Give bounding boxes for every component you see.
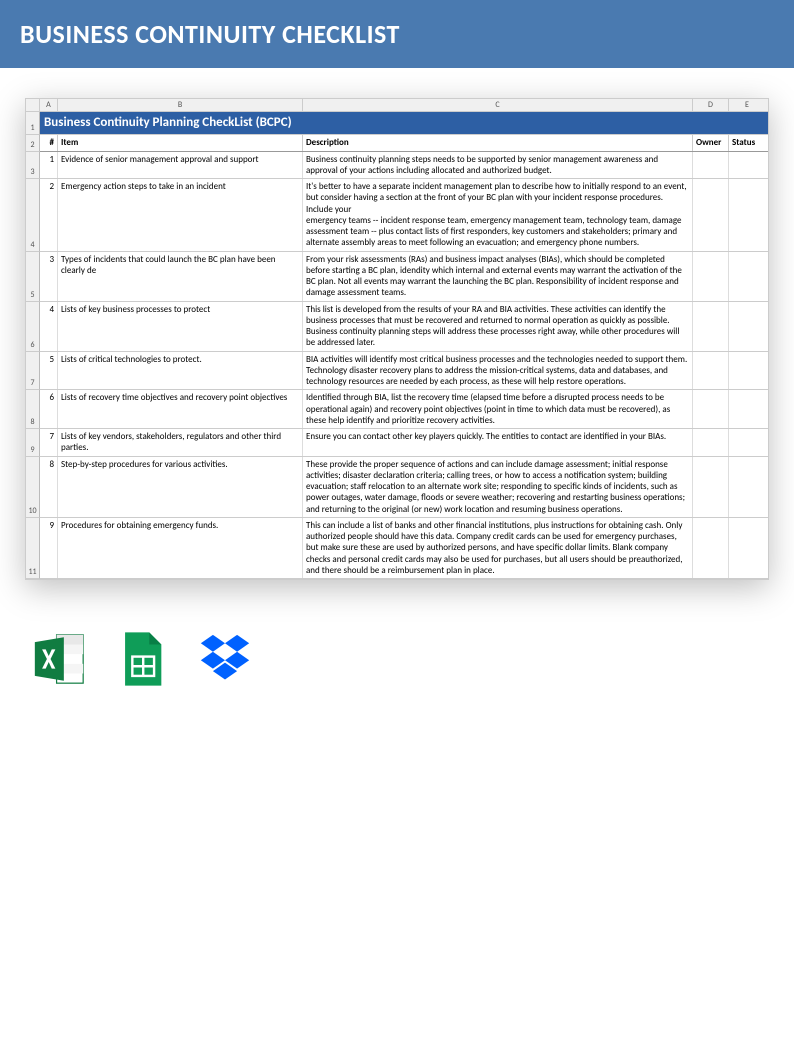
col-letter-c[interactable]: C [303,99,693,111]
row-number[interactable]: 11 [26,518,40,579]
table-row: 119Procedures for obtaining emergency fu… [26,518,768,579]
cell-item[interactable]: Types of incidents that could launch the… [58,252,303,301]
cell-number[interactable]: 3 [40,252,58,301]
cell-description[interactable]: Identified through BIA, list the recover… [303,390,693,428]
column-letter-row: A B C D E [26,99,768,112]
cell-owner[interactable] [693,518,729,578]
banner-title: BUSINESS CONTINUITY CHECKLIST [20,18,400,50]
cell-number[interactable]: 4 [40,302,58,351]
cell-status[interactable] [729,457,765,517]
cell-status[interactable] [729,518,765,578]
header-hash[interactable]: # [40,135,58,150]
data-row: 2Emergency action steps to take in an in… [40,179,768,252]
google-sheets-icon[interactable] [113,630,171,688]
data-row: 6Lists of recovery time objectives and r… [40,390,768,429]
cell-description[interactable]: Ensure you can contact other key players… [303,429,693,456]
row-number[interactable]: 5 [26,252,40,302]
cell-owner[interactable] [693,390,729,428]
cell-number[interactable]: 2 [40,179,58,251]
table-row: 97Lists of key vendors, stakeholders, re… [26,429,768,457]
row-number[interactable]: 3 [26,152,40,180]
cell-owner[interactable] [693,352,729,390]
cell-number[interactable]: 1 [40,152,58,179]
cell-status[interactable] [729,390,765,428]
cell-number[interactable]: 6 [40,390,58,428]
table-row: 75Lists of critical technologies to prot… [26,352,768,391]
cell-description[interactable]: It's better to have a separate incident … [303,179,693,251]
data-row: 1Evidence of senior management approval … [40,152,768,180]
cell-item[interactable]: Evidence of senior management approval a… [58,152,303,179]
cell-owner[interactable] [693,179,729,251]
header-owner[interactable]: Owner [693,135,729,150]
header-status[interactable]: Status [729,135,765,150]
corner-cell[interactable] [26,99,40,111]
spreadsheet: A B C D E 1 Business Continuity Planning… [25,98,769,580]
table-row: 86Lists of recovery time objectives and … [26,390,768,429]
cell-description[interactable]: This can include a list of banks and oth… [303,518,693,578]
table-row: 31Evidence of senior management approval… [26,152,768,180]
col-letter-a[interactable]: A [40,99,58,111]
header-row: # Item Description Owner Status [40,135,768,151]
excel-icon[interactable] [30,630,88,688]
cell-status[interactable] [729,302,765,351]
cell-status[interactable] [729,152,765,179]
sheet-title[interactable]: Business Continuity Planning CheckList (… [40,112,768,135]
cell-description[interactable]: From your risk assessments (RAs) and bus… [303,252,693,301]
cell-owner[interactable] [693,457,729,517]
data-row: 4Lists of key business processes to prot… [40,302,768,352]
col-letter-b[interactable]: B [58,99,303,111]
cell-number[interactable]: 9 [40,518,58,578]
data-row: 8Step-by-step procedures for various act… [40,457,768,518]
spreadsheet-container: A B C D E 1 Business Continuity Planning… [0,68,794,600]
table-row: 64Lists of key business processes to pro… [26,302,768,352]
cell-item[interactable]: Lists of key vendors, stakeholders, regu… [58,429,303,456]
row-number[interactable]: 8 [26,390,40,429]
data-row: 7Lists of key vendors, stakeholders, reg… [40,429,768,457]
table-row: 42Emergency action steps to take in an i… [26,179,768,252]
data-row: 3Types of incidents that could launch th… [40,252,768,302]
cell-description[interactable]: This list is developed from the results … [303,302,693,351]
cell-item[interactable]: Lists of recovery time objectives and re… [58,390,303,428]
row-number[interactable]: 1 [26,112,40,135]
row-number[interactable]: 4 [26,179,40,252]
header-row-wrap: 2 # Item Description Owner Status [26,135,768,151]
cell-item[interactable]: Lists of key business processes to prote… [58,302,303,351]
title-row-wrap: 1 Business Continuity Planning CheckList… [26,112,768,135]
cell-description[interactable]: BIA activities will identify most critic… [303,352,693,390]
cell-status[interactable] [729,179,765,251]
data-rows: 31Evidence of senior management approval… [26,152,768,580]
row-number[interactable]: 2 [26,135,40,151]
cell-owner[interactable] [693,302,729,351]
download-icons [0,600,794,728]
cell-owner[interactable] [693,252,729,301]
cell-item[interactable]: Step-by-step procedures for various acti… [58,457,303,517]
row-number[interactable]: 6 [26,302,40,352]
cell-number[interactable]: 5 [40,352,58,390]
dropbox-icon[interactable] [196,630,254,688]
col-letter-e[interactable]: E [729,99,765,111]
page-banner: BUSINESS CONTINUITY CHECKLIST [0,0,794,68]
cell-status[interactable] [729,352,765,390]
col-letter-d[interactable]: D [693,99,729,111]
cell-item[interactable]: Procedures for obtaining emergency funds… [58,518,303,578]
header-desc[interactable]: Description [303,135,693,150]
cell-item[interactable]: Emergency action steps to take in an inc… [58,179,303,251]
data-row: 9Procedures for obtaining emergency fund… [40,518,768,579]
header-item[interactable]: Item [58,135,303,150]
table-row: 53Types of incidents that could launch t… [26,252,768,302]
cell-description[interactable]: These provide the proper sequence of act… [303,457,693,517]
row-number[interactable]: 10 [26,457,40,518]
cell-description[interactable]: Business continuity planning steps needs… [303,152,693,179]
cell-number[interactable]: 7 [40,429,58,456]
data-row: 5Lists of critical technologies to prote… [40,352,768,391]
cell-owner[interactable] [693,152,729,179]
row-number[interactable]: 9 [26,429,40,457]
cell-number[interactable]: 8 [40,457,58,517]
row-number[interactable]: 7 [26,352,40,391]
cell-status[interactable] [729,252,765,301]
cell-item[interactable]: Lists of critical technologies to protec… [58,352,303,390]
cell-owner[interactable] [693,429,729,456]
table-row: 108Step-by-step procedures for various a… [26,457,768,518]
cell-status[interactable] [729,429,765,456]
